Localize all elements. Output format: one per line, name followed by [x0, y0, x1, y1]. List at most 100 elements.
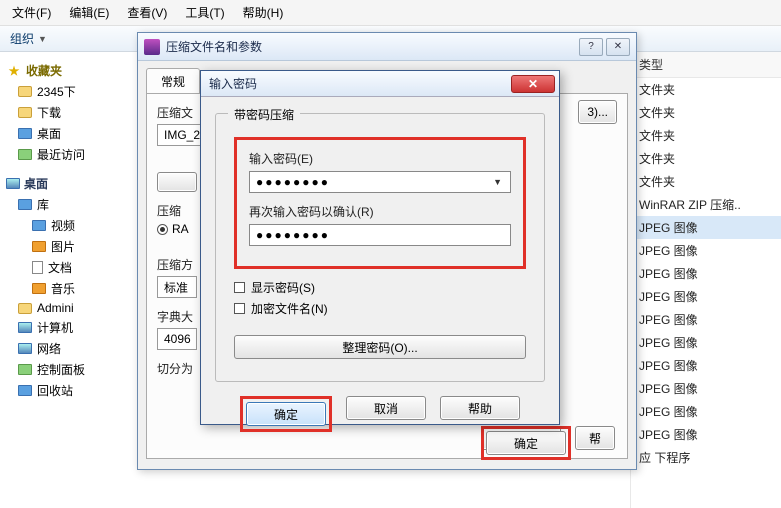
password-input[interactable]: ●●●●●●●● ▼ — [249, 171, 511, 193]
sidebar-item-control-panel[interactable]: 控制面板 — [4, 359, 136, 380]
sidebar-item-label: 音乐 — [51, 280, 75, 297]
tab-general[interactable]: 常规 — [146, 68, 200, 94]
folder-icon — [18, 86, 32, 97]
sidebar-item-label: 库 — [37, 196, 49, 213]
checkbox-icon — [234, 282, 245, 293]
sidebar-item-recycle[interactable]: 回收站 — [4, 380, 136, 401]
sidebar-item-admin[interactable]: Admini — [4, 299, 136, 317]
file-list: 类型 文件夹文件夹文件夹文件夹文件夹WinRAR ZIP 压缩..JPEG 图像… — [630, 52, 781, 508]
file-row[interactable]: 文件夹 — [631, 147, 781, 170]
sidebar-item-label: 视频 — [51, 217, 75, 234]
outer-help-button[interactable]: 帮 — [575, 426, 615, 450]
file-row[interactable]: 文件夹 — [631, 170, 781, 193]
sidebar-item-label: 下载 — [37, 104, 61, 121]
organize-passwords-button[interactable]: 整理密码(O)... — [234, 335, 526, 359]
browse-button-fragment[interactable]: 3)... — [578, 100, 617, 124]
chevron-down-icon[interactable]: ▼ — [38, 34, 47, 44]
sidebar-item-label: 2345下 — [37, 83, 76, 100]
file-row[interactable]: JPEG 图像 — [631, 262, 781, 285]
file-row[interactable]: 文件夹 — [631, 124, 781, 147]
dialog-title: 压缩文件名和参数 — [166, 38, 576, 55]
organize-button[interactable]: 组织 — [10, 30, 34, 47]
menu-edit[interactable]: 编辑(E) — [69, 4, 109, 21]
sidebar-item-documents[interactable]: 文档 — [4, 257, 136, 278]
sidebar-item-label: 回收站 — [37, 382, 73, 399]
network-icon — [18, 343, 32, 354]
file-row[interactable]: WinRAR ZIP 压缩.. — [631, 193, 781, 216]
file-row[interactable]: 文件夹 — [631, 78, 781, 101]
highlight-pwd-ok: 确定 — [240, 396, 332, 432]
sidebar-item-desktop[interactable]: 桌面 — [4, 123, 136, 144]
desktop-header[interactable]: 桌面 — [6, 175, 136, 192]
menu-view[interactable]: 查看(V) — [127, 4, 167, 21]
archive-name-value: IMG_2 — [164, 128, 200, 142]
password-cancel-button[interactable]: 取消 — [346, 396, 426, 420]
chevron-down-icon[interactable]: ▼ — [487, 177, 510, 187]
help-titlebar-button[interactable]: ? — [579, 38, 603, 56]
sidebar-item-pictures[interactable]: 图片 — [4, 236, 136, 257]
password-help-button[interactable]: 帮助 — [440, 396, 520, 420]
menu-tools[interactable]: 工具(T) — [185, 4, 224, 21]
highlight-password-fields: 输入密码(E) ●●●●●●●● ▼ 再次输入密码以确认(R) ●●●●●●●● — [234, 137, 526, 269]
sidebar-item-network[interactable]: 网络 — [4, 338, 136, 359]
desktop-label: 桌面 — [24, 175, 48, 192]
password-title: 输入密码 — [201, 75, 511, 92]
star-icon: ★ — [6, 63, 22, 79]
show-password-checkbox[interactable]: 显示密码(S) — [234, 279, 526, 296]
method-select[interactable]: 标准 — [157, 276, 197, 298]
sidebar-item-2345[interactable]: 2345下 — [4, 81, 136, 102]
dict-select[interactable]: 4096 — [157, 328, 197, 350]
dict-value: 4096 — [164, 332, 191, 346]
outer-ok-button[interactable]: 确定 — [486, 431, 566, 455]
nav-sidebar: ★ 收藏夹 2345下 下载 桌面 最近访问 桌面 库 视频 图片 文档 音乐 … — [0, 52, 140, 508]
checkbox-label: 显示密码(S) — [251, 279, 315, 296]
pictures-icon — [32, 241, 46, 252]
checkbox-label: 加密文件名(N) — [251, 300, 328, 317]
sidebar-item-label: 桌面 — [37, 125, 61, 142]
browse-label: 3)... — [587, 105, 608, 119]
monitor-icon — [6, 178, 20, 189]
enter-password-label: 输入密码(E) — [249, 150, 511, 167]
file-row[interactable]: 应 下程序 — [631, 446, 781, 469]
file-row[interactable]: JPEG 图像 — [631, 423, 781, 446]
password-ok-button[interactable]: 确定 — [246, 402, 326, 426]
music-icon — [32, 283, 46, 294]
folder-icon — [18, 107, 32, 118]
file-row[interactable]: 文件夹 — [631, 101, 781, 124]
password-titlebar[interactable]: 输入密码 ✕ — [201, 71, 559, 97]
sidebar-item-libraries[interactable]: 库 — [4, 194, 136, 215]
file-row[interactable]: JPEG 图像 — [631, 354, 781, 377]
confirm-password-input[interactable]: ●●●●●●●● — [249, 224, 511, 246]
sidebar-item-recent[interactable]: 最近访问 — [4, 144, 136, 165]
dialog-titlebar[interactable]: 压缩文件名和参数 ? ✕ — [138, 33, 636, 61]
file-row[interactable]: JPEG 图像 — [631, 285, 781, 308]
recycle-icon — [18, 385, 32, 396]
sidebar-item-downloads[interactable]: 下载 — [4, 102, 136, 123]
sidebar-item-computer[interactable]: 计算机 — [4, 317, 136, 338]
confirm-password-label: 再次输入密码以确认(R) — [249, 203, 511, 220]
file-row[interactable]: JPEG 图像 — [631, 216, 781, 239]
password-body: 带密码压缩 输入密码(E) ●●●●●●●● ▼ 再次输入密码以确认(R) ●●… — [201, 97, 559, 424]
file-row[interactable]: JPEG 图像 — [631, 400, 781, 423]
documents-icon — [32, 261, 43, 274]
close-titlebar-button[interactable]: ✕ — [606, 38, 630, 56]
groupbox-legend: 带密码压缩 — [228, 106, 300, 123]
menubar: 文件(F) 编辑(E) 查看(V) 工具(T) 帮助(H) — [0, 0, 781, 26]
profile-dropdown[interactable] — [157, 172, 197, 192]
close-icon[interactable]: ✕ — [511, 75, 555, 93]
recent-icon — [18, 149, 32, 160]
file-row[interactable]: JPEG 图像 — [631, 308, 781, 331]
sidebar-item-music[interactable]: 音乐 — [4, 278, 136, 299]
file-row[interactable]: JPEG 图像 — [631, 239, 781, 262]
favorites-header[interactable]: ★ 收藏夹 — [6, 62, 136, 79]
column-header-type[interactable]: 类型 — [631, 52, 781, 78]
password-dialog-buttons: 确定 取消 帮助 — [215, 396, 545, 432]
sidebar-item-videos[interactable]: 视频 — [4, 215, 136, 236]
control-panel-icon — [18, 364, 32, 375]
encrypt-names-checkbox[interactable]: 加密文件名(N) — [234, 300, 526, 317]
menu-help[interactable]: 帮助(H) — [243, 4, 284, 21]
file-row[interactable]: JPEG 图像 — [631, 331, 781, 354]
file-row[interactable]: JPEG 图像 — [631, 377, 781, 400]
radio-icon — [157, 224, 168, 235]
menu-file[interactable]: 文件(F) — [12, 4, 51, 21]
